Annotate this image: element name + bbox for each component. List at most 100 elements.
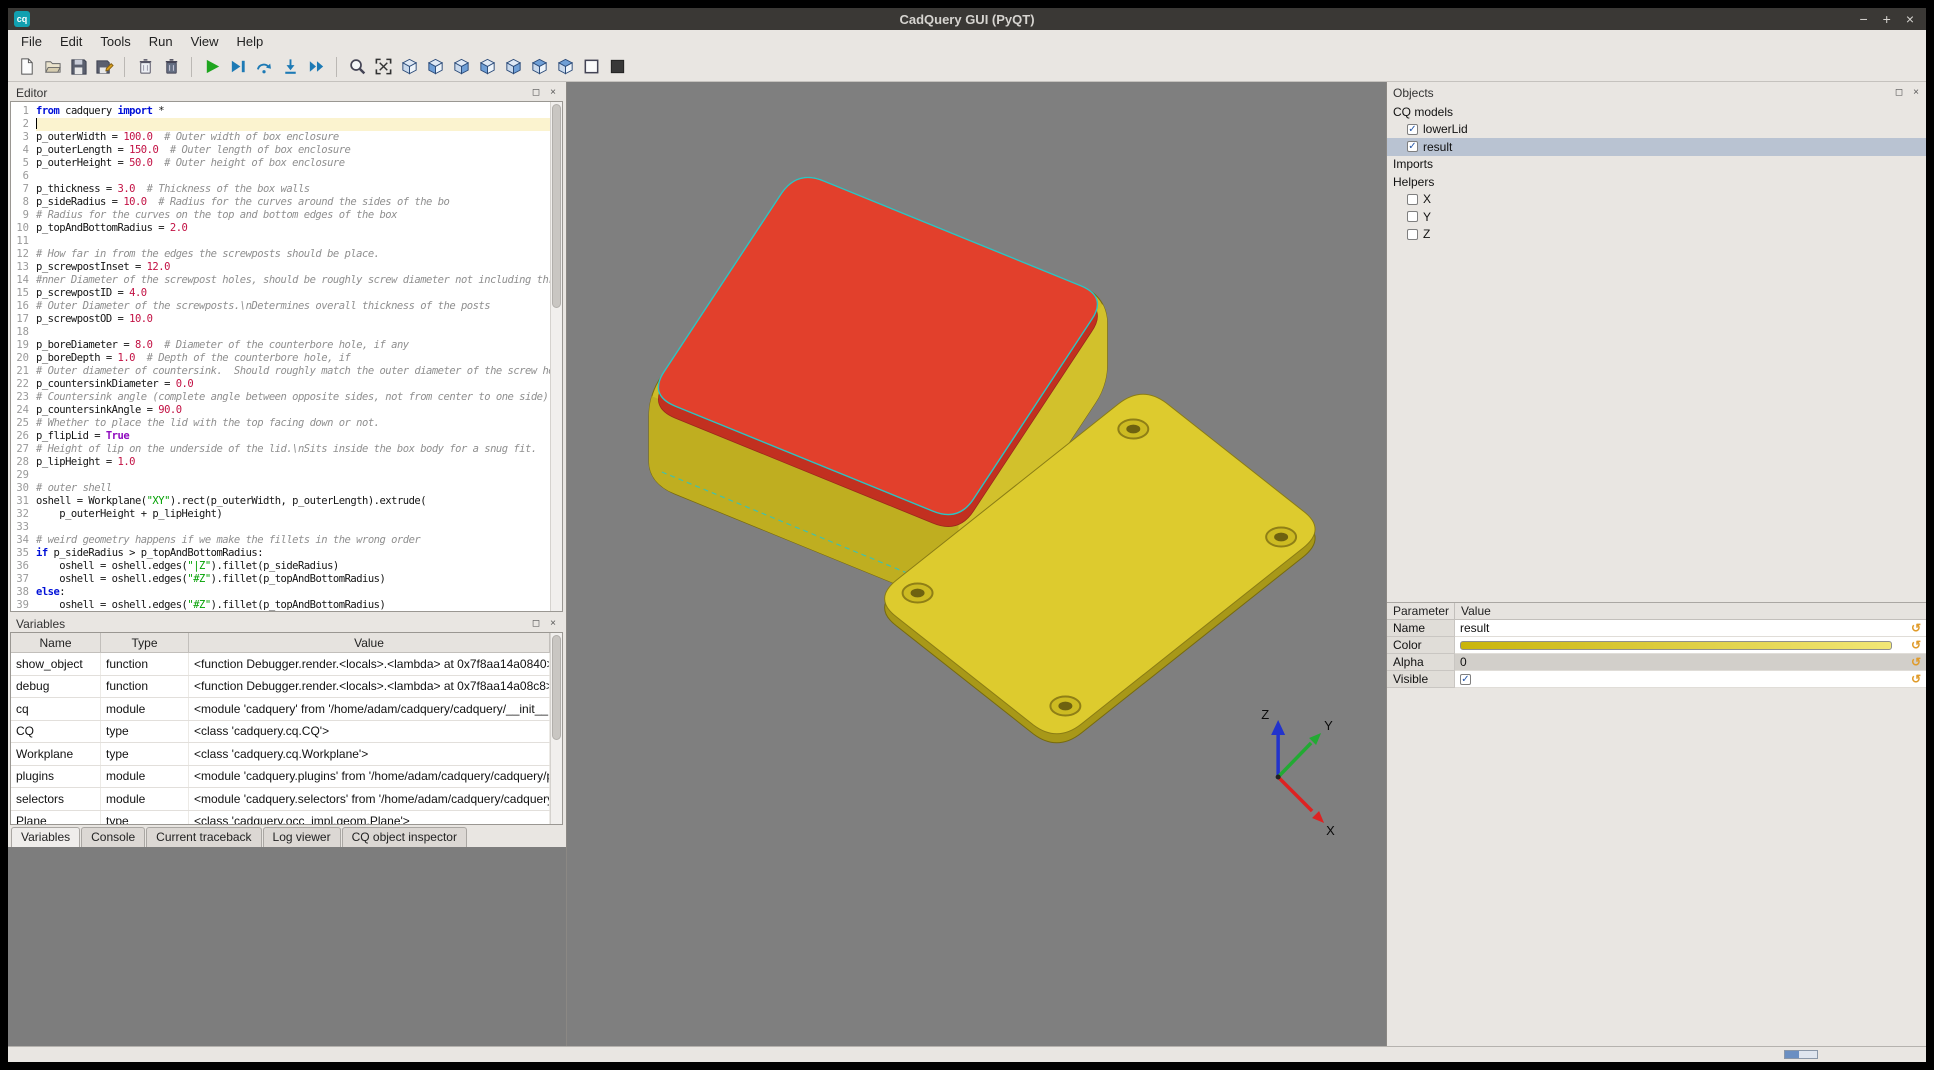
view-right-button[interactable] [501,55,525,79]
code-line[interactable]: 3p_outerWidth = 100.0 # Outer width of b… [11,131,550,144]
code-line[interactable]: 39 oshell = oshell.edges("#Z").fillet(p_… [11,599,550,611]
param-row-visible[interactable]: Visible✓↺ [1387,671,1926,688]
view-back-button[interactable] [449,55,473,79]
variable-row-show-object[interactable]: show_objectfunction<function Debugger.re… [11,653,550,676]
render-button[interactable] [200,55,224,79]
code-line[interactable]: 10p_topAndBottomRadius = 2.0 [11,222,550,235]
save-as-button[interactable] [92,55,116,79]
param-reset-button[interactable]: ↺ [1906,654,1926,671]
code-line[interactable]: 23# Countersink angle (complete angle be… [11,391,550,404]
param-row-name[interactable]: Nameresult↺ [1387,620,1926,637]
variables-close-button[interactable]: × [546,617,560,630]
variable-row-selectors[interactable]: selectorsmodule<module 'cadquery.selecto… [11,788,550,811]
code-line[interactable]: 24p_countersinkAngle = 90.0 [11,404,550,417]
code-line[interactable]: 8p_sideRadius = 10.0 # Radius for the cu… [11,196,550,209]
viewport-3d[interactable]: Z Y X [566,82,1386,1046]
code-line[interactable]: 20p_boreDepth = 1.0 # Depth of the count… [11,352,550,365]
code-line[interactable]: 18 [11,326,550,339]
code-line[interactable]: 9# Radius for the curves on the top and … [11,209,550,222]
orthographic-button[interactable] [579,55,603,79]
variable-row-debug[interactable]: debugfunction<function Debugger.render.<… [11,676,550,699]
editor-close-button[interactable]: × [546,86,560,99]
tree-item-result[interactable]: ✓result [1387,138,1926,156]
checkbox-z[interactable] [1407,229,1418,240]
editor-scrollbar-thumb[interactable] [552,104,561,308]
code-line[interactable]: 33 [11,521,550,534]
param-value[interactable] [1455,637,1906,654]
param-row-color[interactable]: Color↺ [1387,637,1926,654]
code-line[interactable]: 16# Outer Diameter of the screwposts.\nD… [11,300,550,313]
column-header-value[interactable]: Value [189,633,550,652]
view-iso-button[interactable] [397,55,421,79]
param-reset-button[interactable]: ↺ [1906,671,1926,688]
tab-current-traceback[interactable]: Current traceback [146,827,261,847]
code-line[interactable]: 19p_boreDiameter = 8.0 # Diameter of the… [11,339,550,352]
checkbox-x[interactable] [1407,194,1418,205]
view-bottom-button[interactable] [553,55,577,79]
code-line[interactable]: 13p_screwpostInset = 12.0 [11,261,550,274]
code-line[interactable]: 28p_lipHeight = 1.0 [11,456,550,469]
menu-help[interactable]: Help [228,32,273,51]
editor-scrollbar[interactable] [550,102,562,611]
continue-button[interactable] [304,55,328,79]
view-left-button[interactable] [475,55,499,79]
new-file-button[interactable] [14,55,38,79]
variable-row-plane[interactable]: Planetype<class 'cadquery.occ_impl.geom.… [11,811,550,825]
objects-float-button[interactable]: ◻ [1892,86,1906,99]
tree-item-z[interactable]: Z [1387,226,1926,244]
minimize-button[interactable]: − [1859,11,1867,27]
code-line[interactable]: 12# How far in from the edges the screwp… [11,248,550,261]
debug-button[interactable] [226,55,250,79]
menu-run[interactable]: Run [140,32,182,51]
view-top-button[interactable] [527,55,551,79]
code-line[interactable]: 14#nner Diameter of the screwpost holes,… [11,274,550,287]
code-line[interactable]: 30# outer shell [11,482,550,495]
code-line[interactable]: 31oshell = Workplane("XY").rect(p_outerW… [11,495,550,508]
code-line[interactable]: 2 [11,118,550,131]
param-row-alpha[interactable]: Alpha0↺ [1387,654,1926,671]
code-line[interactable]: 27# Height of lip on the underside of th… [11,443,550,456]
code-line[interactable]: 37 oshell = oshell.edges("#Z").fillet(p_… [11,573,550,586]
checkbox-result[interactable]: ✓ [1407,141,1418,152]
param-reset-button[interactable]: ↺ [1906,637,1926,654]
objects-close-button[interactable]: × [1909,86,1923,99]
param-value[interactable]: 0 [1455,654,1906,671]
param-reset-button[interactable]: ↺ [1906,620,1926,637]
tree-item-cq-models[interactable]: CQ models [1387,103,1926,121]
menu-tools[interactable]: Tools [91,32,139,51]
step-button[interactable] [252,55,276,79]
tree-item-lowerlid[interactable]: ✓lowerLid [1387,121,1926,139]
step-next-button[interactable] [278,55,302,79]
tab-variables[interactable]: Variables [11,827,80,847]
code-line[interactable]: 15p_screwpostID = 4.0 [11,287,550,300]
param-value[interactable]: result [1455,620,1906,637]
menu-edit[interactable]: Edit [51,32,91,51]
param-value[interactable]: ✓ [1455,671,1906,688]
viewport-canvas[interactable]: Z Y X [567,82,1386,1046]
code-line[interactable]: 5p_outerHeight = 50.0 # Outer height of … [11,157,550,170]
delete-button[interactable] [159,55,183,79]
code-line[interactable]: 29 [11,469,550,482]
tab-console[interactable]: Console [81,827,145,847]
variable-row-plugins[interactable]: pluginsmodule<module 'cadquery.plugins' … [11,766,550,789]
code-line[interactable]: 4p_outerLength = 150.0 # Outer length of… [11,144,550,157]
zoom-to-fit-button[interactable] [345,55,369,79]
code-line[interactable]: 11 [11,235,550,248]
code-line[interactable]: 35if p_sideRadius > p_topAndBottomRadius… [11,547,550,560]
tree-item-imports[interactable]: Imports [1387,156,1926,174]
code-line[interactable]: 22p_countersinkDiameter = 0.0 [11,378,550,391]
close-button[interactable]: × [1906,11,1914,27]
code-editor[interactable]: 1from cadquery import *23p_outerWidth = … [10,101,563,612]
code-line[interactable]: 34# weird geometry happens if we make th… [11,534,550,547]
visible-checkbox[interactable]: ✓ [1460,674,1471,685]
variable-row-cq[interactable]: cqmodule<module 'cadquery' from '/home/a… [11,698,550,721]
code-line[interactable]: 38else: [11,586,550,599]
variables-float-button[interactable]: ◻ [529,617,543,630]
column-header-name[interactable]: Name [11,633,101,652]
menu-view[interactable]: View [182,32,228,51]
open-file-button[interactable] [40,55,64,79]
code-line[interactable]: 26p_flipLid = True [11,430,550,443]
code-line[interactable]: 21# Outer diameter of countersink. Shoul… [11,365,550,378]
variable-row-workplane[interactable]: Workplanetype<class 'cadquery.cq.Workpla… [11,743,550,766]
save-button[interactable] [66,55,90,79]
